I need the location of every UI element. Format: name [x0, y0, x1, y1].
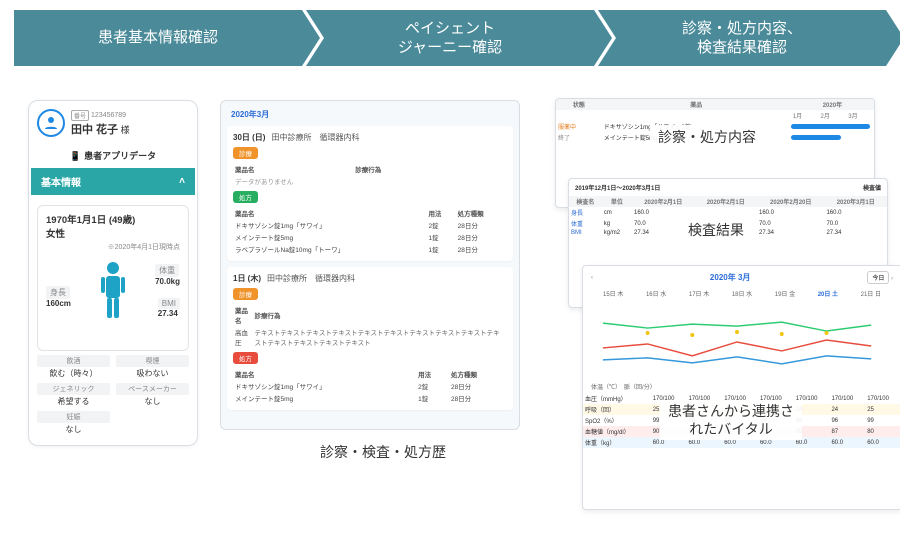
chevron-up-icon: ˄	[179, 176, 185, 187]
journey-caption: 診察・検査・処方歴	[320, 442, 446, 462]
caption-prescription: 診察・処方内容	[650, 125, 764, 149]
shinryo-tag: 診療	[233, 147, 258, 159]
prev-month-icon[interactable]: ‹	[591, 275, 593, 281]
pair-generic: ジェネリック希望する	[37, 383, 110, 407]
dob-gender: 1970年1月1日 (49歳) 女性	[46, 212, 180, 240]
step-chevrons: 患者基本情報確認 ペイシェント ジャーニー確認 診察・処方内容、 検査結果確認	[0, 0, 900, 76]
phone-icon: 📱	[70, 151, 81, 161]
today-button[interactable]: 今日	[867, 271, 889, 284]
patient-id: 123456789	[91, 112, 126, 119]
patient-card: 番号123456789 田中 花子 様 📱患者アプリデータ 基本情報 ˄ 197…	[28, 100, 198, 446]
metric-height: 身長 160cm	[46, 286, 71, 308]
vitals-chart	[583, 298, 900, 378]
caption-labresults: 検査結果	[680, 218, 752, 242]
metric-weight: 体重 70.0kg	[155, 264, 180, 286]
id-badge: 番号	[71, 110, 89, 121]
patient-name: 田中 花子	[71, 124, 118, 136]
body-figure-icon	[98, 260, 128, 334]
shohou-tag: 処方	[233, 191, 258, 203]
name-suffix: 様	[121, 125, 130, 135]
as-of-date: ※2020年4月1日現時点	[46, 242, 180, 252]
journey-entry: 1日 (木)田中診療所 循環器内科 診療 薬品名診療行為 高血圧テキストテキスト…	[227, 267, 513, 410]
journey-entry: 30日 (日)田中診療所 循環器内科 診療 薬品名診療行為 データがありません …	[227, 126, 513, 261]
patient-journey-panel: 2020年3月 30日 (日)田中診療所 循環器内科 診療 薬品名診療行為 デー…	[220, 100, 520, 430]
journey-month: 2020年3月	[231, 109, 509, 120]
basic-info-tab[interactable]: 基本情報 ˄	[31, 168, 195, 195]
step-2: ペイシェント ジャーニー確認	[306, 10, 594, 66]
avatar-icon	[37, 109, 65, 137]
metric-bmi: BMI 27.34	[158, 298, 180, 318]
caption-vitals: 患者さんから連携さ れたバイタル	[660, 400, 802, 440]
pair-drink: 飲酒飲む（時々）	[37, 355, 110, 379]
vitals-month[interactable]: 2020年 3月	[710, 272, 750, 283]
pair-pregnancy: 妊娠なし	[37, 411, 110, 435]
patient-vitals-card: ‹ 2020年 3月 今日 › 15日 木16日 水17日 木18日 水19日 …	[582, 265, 900, 510]
shinryo-tag: 診療	[233, 288, 258, 300]
pair-smoke: 喫煙吸わない	[116, 355, 189, 379]
pair-pacemaker: ペースメーカーなし	[116, 383, 189, 407]
shohou-tag: 処方	[233, 352, 258, 364]
step-1: 患者基本情報確認	[14, 10, 302, 66]
app-data-link[interactable]: 📱患者アプリデータ	[29, 149, 197, 162]
next-month-icon[interactable]: ›	[891, 276, 893, 282]
step-3: 診察・処方内容、 検査結果確認	[598, 10, 886, 66]
